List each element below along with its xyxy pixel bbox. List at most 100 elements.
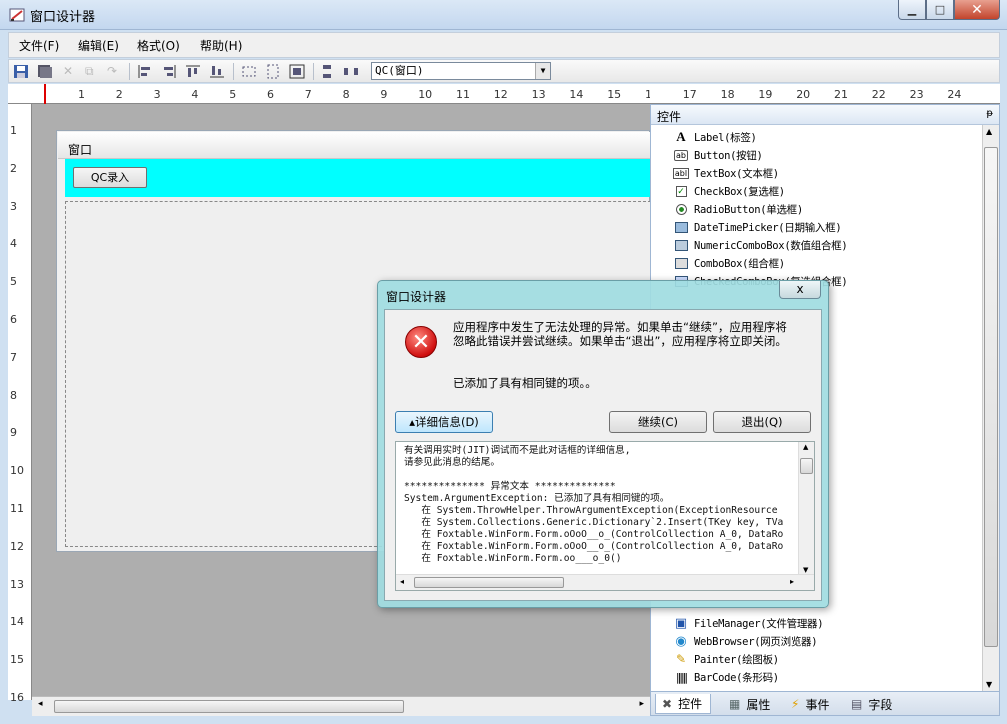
ruler-v-number: 12 [10, 539, 24, 553]
list-item[interactable]: RadioButton(单选框) [673, 200, 803, 218]
ruler-v-number: 13 [10, 577, 24, 591]
list-item[interactable]: ◉ WebBrowser(网页浏览器) [673, 632, 817, 650]
ruler-h-number: 4 [191, 88, 199, 101]
details-horizontal-scrollbar[interactable]: ◂ ▸ [396, 574, 814, 590]
tab-controls[interactable]: ✖ 控件 [655, 694, 712, 714]
ruler-h-number: 23 [909, 88, 924, 101]
ruler-v-number: 3 [10, 199, 17, 213]
ruler-v-number: 1 [10, 124, 17, 137]
menu-help[interactable]: 帮助(H) [200, 37, 242, 54]
ruler-h-number: 22 [871, 88, 886, 101]
paste-icon[interactable]: ↷ [107, 64, 123, 79]
tab-events[interactable]: ⚡ 事件 [791, 694, 829, 714]
continue-button[interactable]: 继续(C) [609, 411, 707, 433]
minimize-button[interactable]: ▁ [898, 0, 926, 20]
list-item[interactable]: DateTimePicker(日期输入框) [673, 218, 842, 236]
details-vertical-scrollbar[interactable]: ▲ ▼ [798, 442, 814, 575]
textbox-icon: abl [672, 167, 690, 179]
list-item-label: Painter(绘图板) [694, 653, 779, 666]
scroll-thumb[interactable] [54, 700, 404, 713]
align-top-icon[interactable] [185, 64, 201, 79]
error-dialog: 窗口设计器 x ✕ 应用程序中发生了无法处理的异常。如果单击“继续”，应用程序将… [377, 280, 829, 608]
ruler-v-number: 10 [10, 464, 24, 478]
tab-properties[interactable]: ▦ 属性 [729, 694, 770, 714]
horizontal-ruler: 12345678910111213141516 [8, 84, 659, 104]
close-button[interactable]: ✕ [954, 0, 1000, 20]
panel-tabs: ✖ 控件 ▦ 属性 ⚡ 事件 ▤ 字段 [651, 691, 999, 715]
ruler-h-number: 12 [493, 88, 508, 101]
cyan-panel[interactable] [65, 159, 651, 197]
align-bottom-icon[interactable] [209, 64, 225, 79]
menu-format[interactable]: 格式(O) [137, 37, 180, 54]
list-item-label: BarCode(条形码) [694, 671, 779, 684]
same-height-icon[interactable] [265, 64, 281, 79]
tab-events-label: 事件 [805, 697, 830, 712]
ruler-h-number: 7 [304, 88, 312, 101]
quit-button[interactable]: 退出(Q) [713, 411, 811, 433]
ruler-h-number: 2 [115, 88, 123, 101]
tab-fields[interactable]: ▤ 字段 [851, 694, 892, 714]
ruler-h-number: 18 [720, 88, 735, 101]
pin-icon[interactable]: ᵽ [986, 108, 993, 119]
ruler-h-number: 15 [607, 88, 622, 101]
horizontal-spacing-icon[interactable] [343, 64, 359, 79]
web-browser-icon: ◉ [675, 633, 687, 649]
details-button[interactable]: ▴详细信息(D) [395, 411, 493, 433]
copy-icon[interactable]: ⧉ [85, 64, 101, 79]
ruler-v-number: 11 [10, 502, 24, 515]
error-detail-message: 已添加了具有相同键的项。。 [453, 376, 597, 390]
ruler-v-number: 7 [10, 350, 17, 364]
list-item[interactable]: ✓ CheckBox(复选框) [673, 182, 785, 200]
qc-entry-button[interactable]: QC录入 [73, 167, 147, 188]
barcode-icon: |||||| [675, 670, 688, 684]
list-item[interactable]: ✎ Painter(绘图板) [673, 650, 779, 668]
ruler-v-number: 15 [10, 653, 24, 667]
list-item[interactable]: abl TextBox(文本框) [672, 164, 779, 182]
app-icon [8, 6, 26, 24]
object-selector[interactable]: QC(窗口) ▼ [371, 62, 551, 80]
list-item[interactable]: A Label(标签) [673, 128, 757, 146]
list-item[interactable]: ComboBox(组合框) [673, 254, 785, 272]
panel-title: 控件 [657, 110, 682, 124]
combobox-icon [673, 256, 689, 270]
list-item-label: TextBox(文本框) [694, 167, 779, 180]
ruler-v-number: 14 [10, 615, 24, 629]
object-selector-value: QC(窗口) [375, 64, 424, 77]
list-item[interactable]: |||||| BarCode(条形码) [673, 668, 779, 686]
align-left-icon[interactable] [137, 64, 153, 79]
canvas-horizontal-scrollbar[interactable]: ◂ ▸ [32, 696, 650, 716]
same-width-icon[interactable] [241, 64, 257, 79]
list-item[interactable]: NumericComboBox(数值组合框) [673, 236, 848, 254]
vertical-ruler: 1 2 3 4 5 6 7 8 9 10 11 12 13 14 15 16 [8, 104, 32, 704]
ruler-v-number: 4 [10, 237, 17, 251]
ruler-h-number: 1 [78, 88, 85, 101]
same-size-icon[interactable] [289, 64, 305, 79]
save-all-icon[interactable] [37, 64, 53, 79]
ruler-h-number: 10 [418, 88, 433, 101]
align-right-icon[interactable] [161, 64, 177, 79]
dialog-body: ✕ 应用程序中发生了无法处理的异常。如果单击“继续”，应用程序将忽略此错误并尝试… [384, 309, 822, 601]
tab-fields-label: 字段 [868, 697, 893, 712]
menu-edit[interactable]: 编辑(E) [78, 37, 119, 54]
menu-bar: 文件(F) 编辑(E) 格式(O) 帮助(H) [8, 32, 1000, 58]
chevron-down-icon[interactable]: ▼ [535, 63, 550, 79]
vertical-spacing-icon[interactable] [319, 64, 335, 79]
ruler-h-number: 19 [758, 88, 773, 101]
ruler-h-number: 8 [342, 88, 350, 101]
ruler-h-number: 6 [267, 88, 274, 101]
checkbox-icon: ✓ [675, 185, 687, 197]
list-item-label: DateTimePicker(日期输入框) [694, 221, 842, 234]
numeric-combo-icon [673, 238, 689, 252]
horizontal-ruler-right: 17 18 19 20 21 22 23 24 [650, 84, 1000, 104]
cut-icon[interactable]: ✕ [63, 64, 79, 79]
menu-file[interactable]: 文件(F) [19, 37, 59, 54]
list-item[interactable]: ab Button(按钮) [673, 146, 763, 164]
panel-vertical-scrollbar[interactable]: ▲ ▼ [982, 125, 999, 691]
details-textbox[interactable]: 有关调用实时(JIT)调试而不是此对话框的详细信息, 请参见此消息的结尾。 **… [395, 441, 815, 591]
save-icon[interactable] [13, 64, 29, 79]
maximize-button[interactable]: □ [926, 0, 954, 20]
ruler-h-number: 14 [569, 88, 584, 101]
list-item[interactable]: ▣ FileManager(文件管理器) [673, 614, 824, 632]
dialog-close-button[interactable]: x [779, 281, 821, 299]
ruler-v-number: 9 [10, 426, 17, 440]
